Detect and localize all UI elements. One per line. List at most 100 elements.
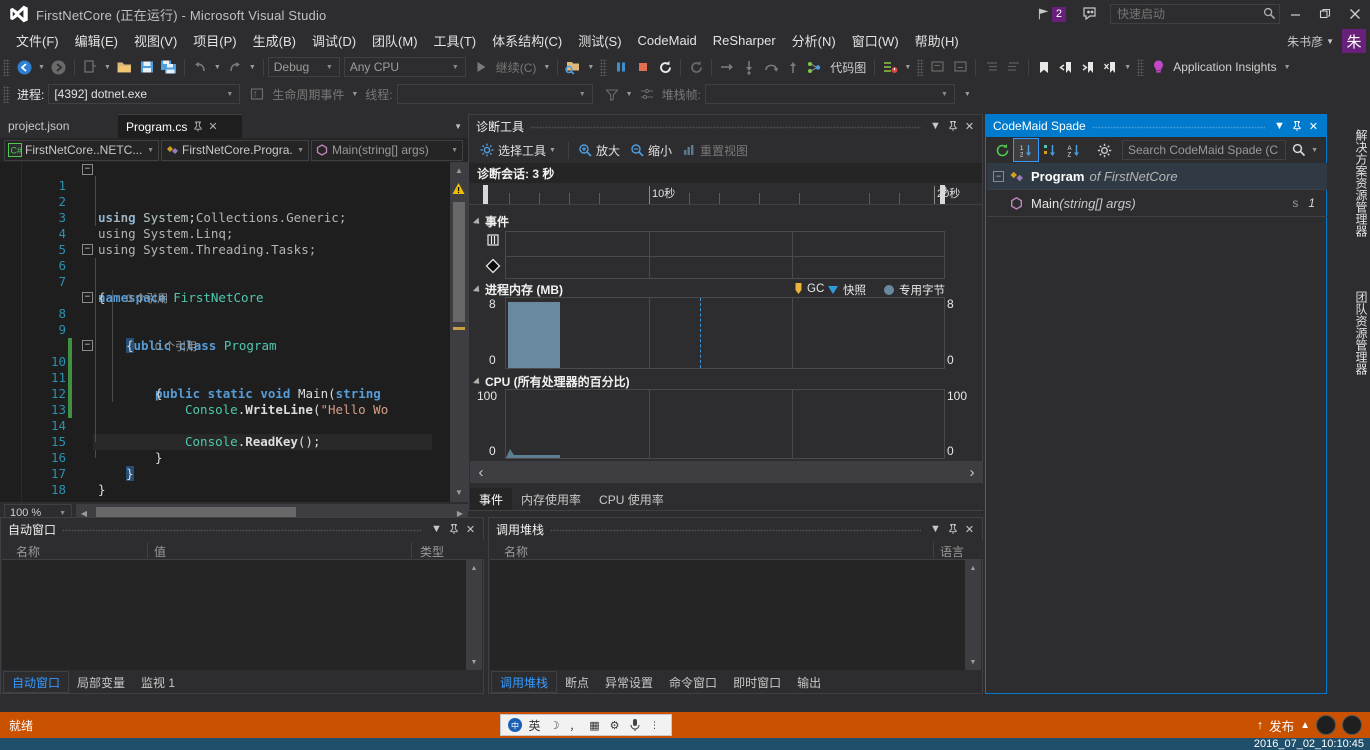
threads-icon[interactable]	[879, 56, 901, 78]
filter-icon[interactable]	[601, 83, 623, 105]
menu-item-team[interactable]: 团队(M)	[364, 28, 426, 53]
chevron-down-icon[interactable]: ▼	[1308, 147, 1321, 154]
scroll-down-icon[interactable]: ▼	[450, 484, 468, 500]
memory-section-header[interactable]: 进程内存 (MB)	[475, 281, 563, 298]
ruler-handle-left[interactable]	[483, 185, 488, 204]
step-out-icon[interactable]	[782, 56, 804, 78]
cpu-section-header[interactable]: CPU (所有处理器的百分比)	[475, 373, 630, 390]
tab-breakpoints[interactable]: 断点	[557, 671, 597, 693]
maximize-button[interactable]	[1310, 0, 1340, 28]
code-map-icon[interactable]	[804, 56, 826, 78]
zoom-in-button[interactable]: 放大	[573, 139, 625, 161]
scroll-up-icon[interactable]: ▲	[965, 560, 981, 576]
quick-launch-input[interactable]	[1110, 4, 1280, 24]
scroll-down-icon[interactable]: ▼	[965, 654, 981, 670]
code-text-area[interactable]: 1 − using System; 2 using System.Collect…	[0, 162, 468, 502]
ime-settings-icon[interactable]: ⚙	[606, 717, 623, 734]
chevron-down-icon[interactable]: ▼	[623, 91, 636, 98]
warning-icon[interactable]	[452, 182, 465, 195]
pin-icon[interactable]	[445, 519, 462, 539]
tab-call-stack[interactable]: 调用堆栈	[491, 671, 557, 693]
tab-list-chevron-icon[interactable]: ▼	[454, 122, 462, 131]
close-icon[interactable]: ✕	[1305, 116, 1322, 136]
scroll-thumb[interactable]	[453, 202, 465, 322]
indent-icon[interactable]	[980, 56, 1002, 78]
application-insights-label[interactable]: Application Insights	[1169, 60, 1280, 74]
stack-frame-combo[interactable]: ▼	[705, 84, 955, 104]
new-project-icon[interactable]	[79, 56, 101, 78]
next-bookmark-icon[interactable]	[1077, 56, 1099, 78]
process-combo[interactable]: [4392] dotnet.exe ▼	[48, 84, 240, 104]
column-header-value[interactable]: 值	[154, 543, 166, 560]
toolbar-grip[interactable]	[3, 59, 10, 76]
window-chevron-icon[interactable]: ▼	[428, 519, 445, 539]
editor-tab-project-json[interactable]: project.json	[0, 114, 118, 138]
configuration-combo[interactable]: Debug ▼	[268, 57, 340, 77]
vertical-tab-team-explorer[interactable]: 团队资源管理器	[1348, 284, 1370, 382]
attach-process-icon[interactable]	[562, 56, 584, 78]
pin-icon[interactable]	[1288, 116, 1305, 136]
collapse-icon[interactable]: −	[993, 171, 1004, 182]
start-debug-icon[interactable]	[470, 56, 492, 78]
timeline-ruler[interactable]: 10秒 20秒 3	[469, 183, 982, 205]
chevron-up-icon[interactable]: ▲	[1300, 720, 1310, 731]
column-header-type[interactable]: 类型	[420, 543, 444, 560]
navigate-forward-icon[interactable]	[48, 56, 70, 78]
editor-vertical-scrollbar[interactable]: ▲ ▼	[450, 162, 468, 502]
previous-bookmark-icon[interactable]	[1055, 56, 1077, 78]
events-section-header[interactable]: 事件	[475, 213, 509, 230]
menu-item-architecture[interactable]: 体系结构(C)	[484, 28, 570, 53]
save-all-icon[interactable]	[158, 56, 180, 78]
chevron-down-icon[interactable]: ▼	[211, 64, 224, 71]
collapse-icon[interactable]: −	[82, 244, 93, 255]
toolbar-grip[interactable]	[600, 59, 607, 76]
chevron-down-icon[interactable]: ▼	[1281, 64, 1294, 71]
call-stack-vertical-scrollbar[interactable]: ▲ ▼	[965, 560, 981, 670]
pin-icon[interactable]	[193, 121, 203, 132]
menu-item-project[interactable]: 项目(P)	[185, 28, 244, 53]
chevron-down-icon[interactable]: ▼	[35, 64, 48, 71]
menu-item-tools[interactable]: 工具(T)	[426, 28, 485, 53]
close-button[interactable]	[1340, 0, 1370, 28]
tab-exception-settings[interactable]: 异常设置	[597, 671, 661, 693]
chevron-down-icon[interactable]: ▼	[584, 64, 597, 71]
sort-type-icon[interactable]	[1038, 139, 1062, 161]
stop-icon[interactable]	[632, 56, 654, 78]
tab-memory-usage[interactable]: 内存使用率	[512, 488, 590, 510]
status-indicator-left[interactable]	[1316, 715, 1336, 735]
tab-autos[interactable]: 自动窗口	[3, 671, 69, 693]
ime-keyboard-icon[interactable]: ▦	[586, 717, 603, 734]
search-icon[interactable]	[1290, 139, 1308, 161]
ime-english-icon[interactable]: 英	[526, 717, 543, 734]
application-insights-icon[interactable]	[1147, 56, 1169, 78]
gear-icon[interactable]	[1092, 139, 1116, 161]
pause-icon[interactable]	[610, 56, 632, 78]
code-map-label[interactable]: 代码图	[826, 59, 870, 76]
menu-item-view[interactable]: 视图(V)	[126, 28, 185, 53]
comment-icon[interactable]	[927, 56, 949, 78]
nav-type-combo[interactable]: FirstNetCore.Progra... ▼	[161, 140, 309, 161]
editor-tab-program-cs[interactable]: Program.cs ✕	[118, 114, 242, 138]
chevron-down-icon[interactable]: ▼	[1121, 64, 1134, 71]
chevron-down-icon[interactable]: ▼	[101, 64, 114, 71]
refresh-icon[interactable]	[990, 139, 1014, 161]
column-header-name[interactable]: 名称	[16, 543, 40, 560]
nav-project-combo[interactable]: C# FirstNetCore..NETC... ▼	[4, 140, 159, 161]
uncomment-icon[interactable]	[949, 56, 971, 78]
menu-item-codemaid[interactable]: CodeMaid	[630, 30, 705, 51]
menu-item-edit[interactable]: 编辑(E)	[67, 28, 126, 53]
pin-icon[interactable]	[944, 116, 961, 136]
restart-icon[interactable]	[654, 56, 676, 78]
chevron-left-icon[interactable]: ‹	[470, 464, 492, 481]
lifecycle-events-icon[interactable]: f	[246, 83, 268, 105]
ime-voice-icon[interactable]	[626, 717, 643, 734]
collapse-icon[interactable]: −	[82, 292, 93, 303]
minimize-button[interactable]	[1280, 0, 1310, 28]
sort-file-order-icon[interactable]: 12	[1014, 139, 1038, 161]
user-account[interactable]: 朱书彦 ▼ 朱	[1287, 28, 1366, 54]
toolbar-grip[interactable]	[917, 59, 924, 76]
memory-chart[interactable]	[505, 297, 945, 369]
scroll-up-icon[interactable]: ▲	[450, 162, 468, 178]
tab-immediate-window[interactable]: 即时窗口	[725, 671, 789, 693]
bookmark-icon[interactable]	[1033, 56, 1055, 78]
